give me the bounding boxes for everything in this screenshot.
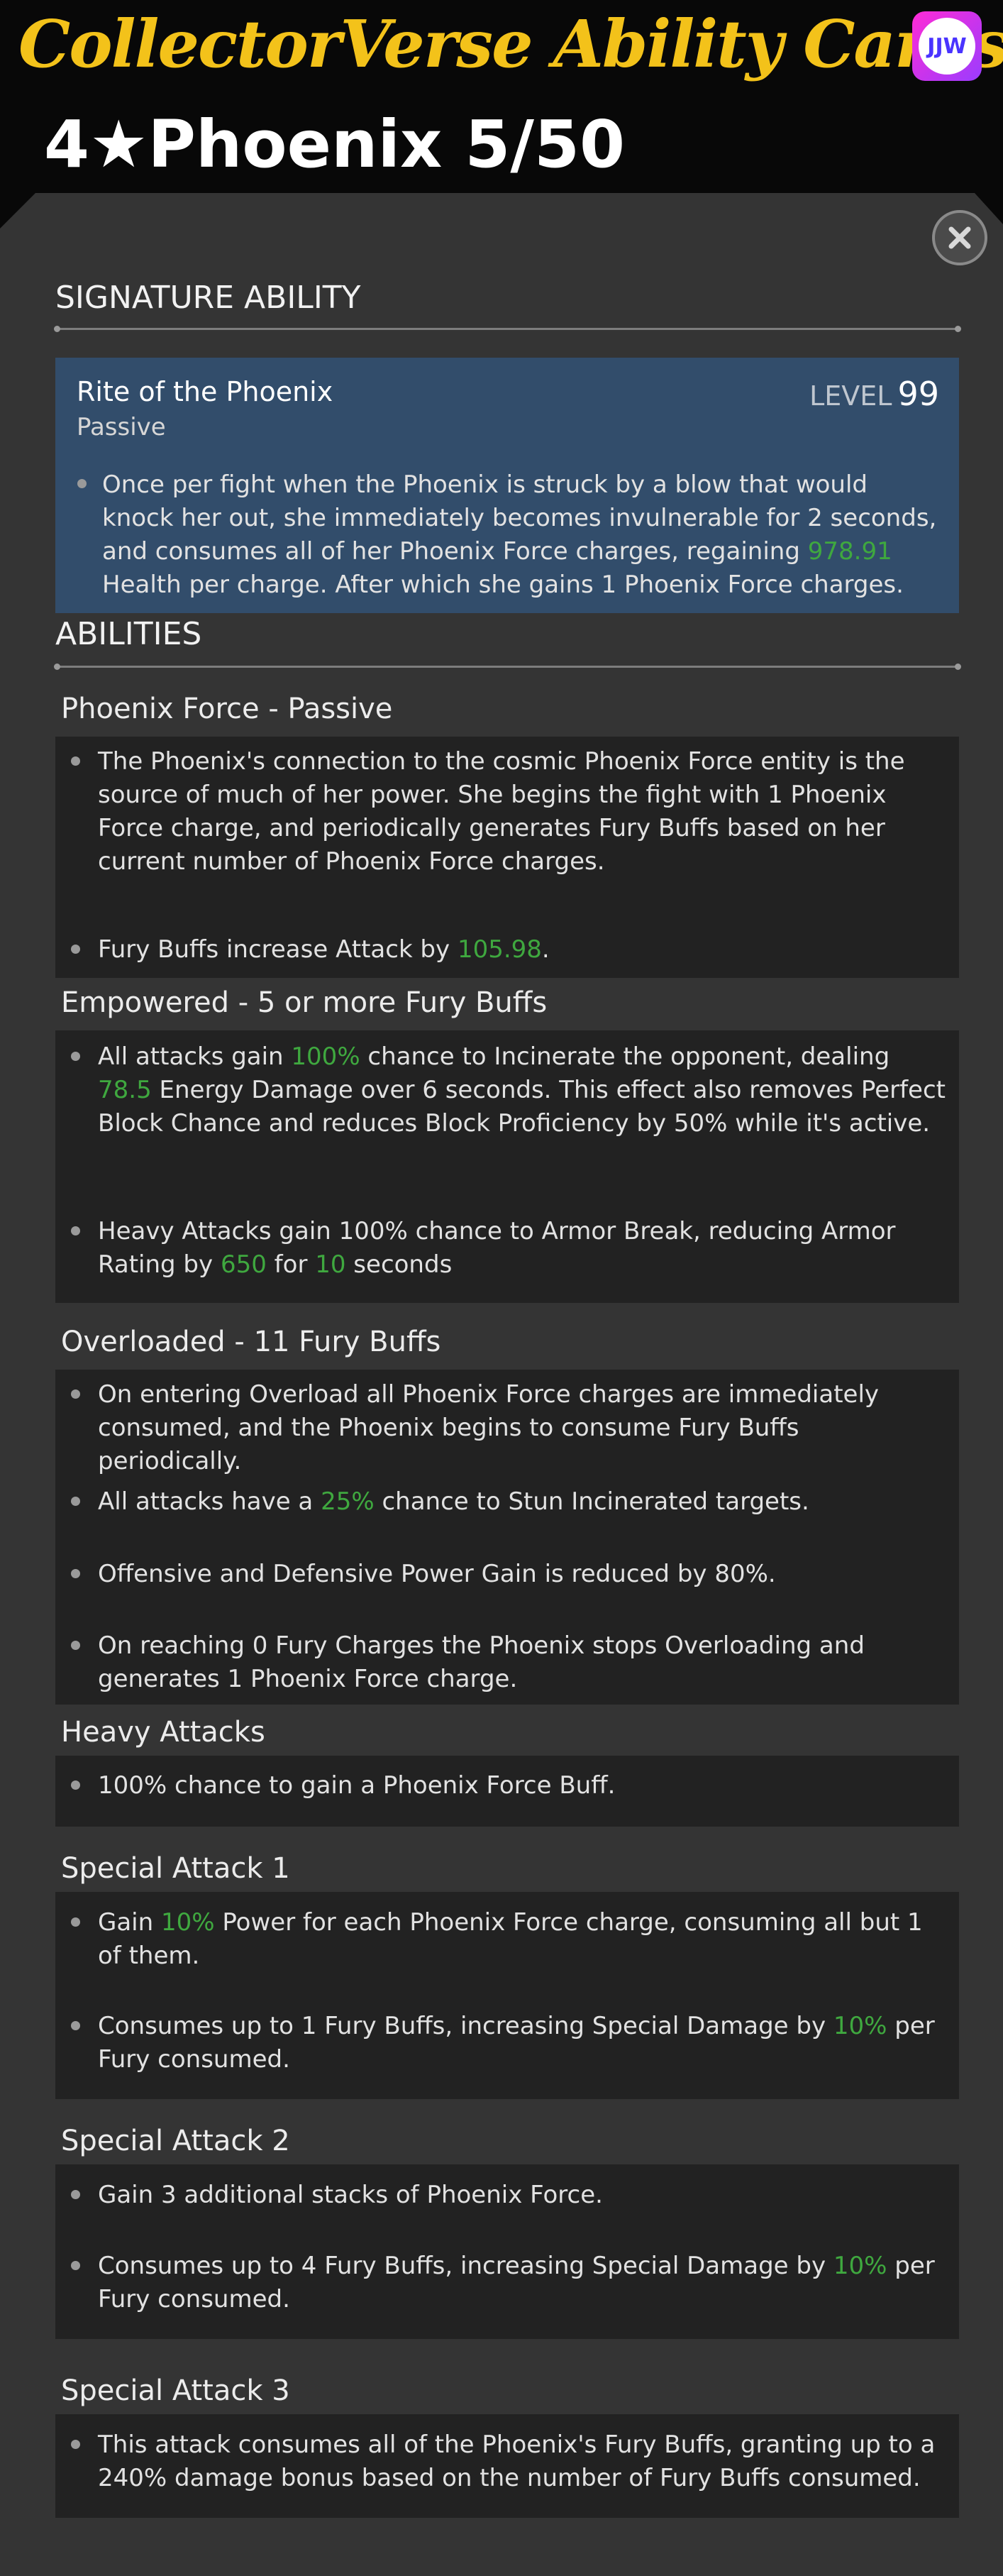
signature-ability-box: Rite of the Phoenix Passive LEVEL 99 Once…: [55, 358, 959, 613]
ability-description: On entering Overload all Phoenix Force c…: [98, 1380, 880, 1475]
bullet-icon: [71, 1497, 80, 1506]
ability-description: Fury Buffs increase Attack by 105.98.: [98, 935, 550, 964]
ability-description: All attacks have a 25% chance to Stun In…: [98, 1487, 809, 1516]
bullet-icon: [71, 756, 80, 766]
bullet-icon: [71, 2261, 80, 2270]
bullet-icon: [71, 1641, 80, 1650]
stat-value: 105.98: [457, 935, 542, 964]
bullet-icon: [71, 1569, 80, 1578]
stat-value: 10%: [833, 2012, 887, 2040]
level-value: 99: [897, 375, 939, 413]
ability-description: This attack consumes all of the Phoenix'…: [98, 2431, 936, 2492]
abilities-divider: [54, 664, 961, 670]
signature-divider: [54, 326, 961, 332]
close-button[interactable]: [932, 210, 987, 265]
ability-description: Heavy Attacks gain 100% chance to Armor …: [98, 1217, 896, 1279]
signature-level: LEVEL 99: [809, 375, 939, 413]
bullet-icon: [71, 2190, 80, 2199]
signature-ability-heading: SIGNATURE ABILITY: [55, 280, 361, 316]
bullet-icon: [71, 945, 80, 954]
bullet-icon: [71, 1389, 80, 1399]
ability-description: Offensive and Defensive Power Gain is re…: [98, 1560, 776, 1588]
bullet-icon: [71, 1780, 80, 1790]
ability-section-title: Heavy Attacks: [61, 1716, 265, 1749]
bullet-icon: [71, 2021, 80, 2030]
signature-description: Once per fight when the Phoenix is struc…: [102, 470, 937, 599]
signature-name: Rite of the Phoenix: [77, 376, 333, 407]
stat-value: 10%: [833, 2252, 887, 2280]
ability-section-title: Special Attack 1: [61, 1852, 290, 1885]
bullet-icon: [77, 479, 87, 488]
close-icon: [948, 226, 971, 249]
ability-description: The Phoenix's connection to the cosmic P…: [98, 747, 905, 876]
ability-description: 100% chance to gain a Phoenix Force Buff…: [98, 1771, 616, 1800]
ability-description: Consumes up to 4 Fury Buffs, increasing …: [98, 2252, 935, 2313]
ability-description: Gain 3 additional stacks of Phoenix Forc…: [98, 2181, 603, 2209]
ability-section-title: Empowered - 5 or more Fury Buffs: [61, 986, 548, 1019]
stat-value: 78.5: [98, 1076, 152, 1104]
ability-section-title: Overloaded - 11 Fury Buffs: [61, 1326, 441, 1358]
ability-description: All attacks gain 100% chance to Incinera…: [98, 1042, 946, 1138]
ability-section-title: Special Attack 2: [61, 2125, 290, 2157]
stat-value: 10%: [160, 1908, 215, 1937]
app-title: CollectorVerse Ability Cards: [18, 6, 1003, 82]
ability-section-title: Special Attack 3: [61, 2374, 290, 2407]
jjw-logo: JJW: [912, 11, 982, 81]
stat-value: 10: [315, 1250, 346, 1279]
ability-section-title: Phoenix Force - Passive: [61, 693, 393, 725]
stat-value: 25%: [321, 1487, 375, 1516]
bullet-icon: [71, 2440, 80, 2449]
stat-value: 650: [220, 1250, 267, 1279]
bullet-icon: [71, 1052, 80, 1061]
stat-value: 100%: [291, 1042, 360, 1071]
level-label: LEVEL: [809, 380, 892, 412]
ability-description: On reaching 0 Fury Charges the Phoenix s…: [98, 1631, 865, 1693]
abilities-heading: ABILITIES: [55, 616, 202, 652]
logo-text: JJW: [919, 18, 975, 75]
bullet-icon: [71, 1917, 80, 1927]
signature-type: Passive: [77, 413, 166, 441]
champion-title: 4★Phoenix 5/50: [44, 106, 626, 182]
ability-description: Consumes up to 1 Fury Buffs, increasing …: [98, 2012, 935, 2074]
bullet-icon: [71, 1226, 80, 1235]
ability-description: Gain 10% Power for each Phoenix Force ch…: [98, 1908, 923, 1970]
stat-value: 978.91: [807, 537, 892, 566]
